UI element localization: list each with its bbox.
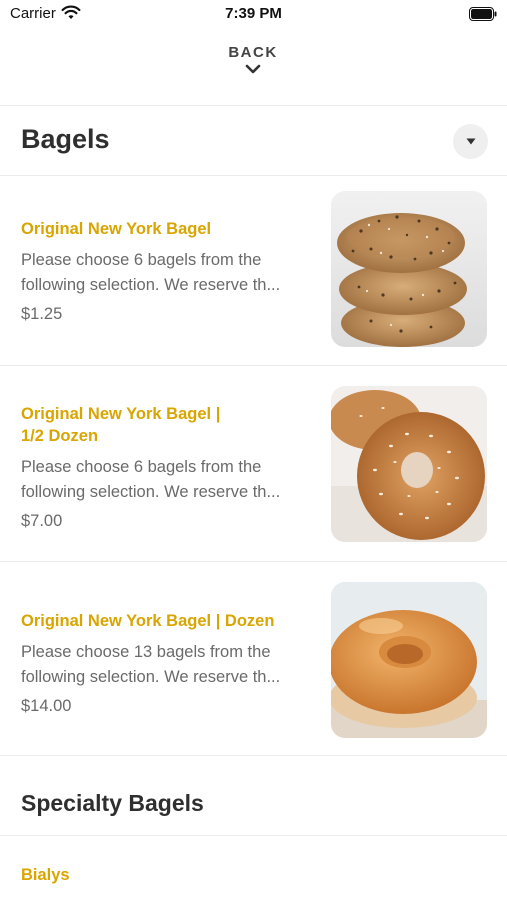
sesame-bagel-image: [331, 386, 487, 542]
item-description: Please choose 13 bagels from the followi…: [21, 640, 321, 690]
section-title: Specialty Bagels: [21, 790, 204, 816]
menu-item[interactable]: Original New York Bagel | 1/2 Dozen Plea…: [0, 366, 507, 562]
item-text: Original New York Bagel | Dozen Please c…: [21, 610, 321, 716]
item-description-line: following selection. We reserve th...: [21, 668, 281, 686]
item-image: [331, 582, 487, 738]
item-name: Original New York Bagel | 1/2 Dozen: [21, 403, 321, 447]
item-description-line: Please choose 6 bagels from the: [21, 251, 262, 269]
battery-icon: [469, 7, 497, 21]
item-description-line: following selection. We reserve th...: [21, 276, 281, 294]
item-price: $7.00: [21, 512, 63, 530]
item-name: Original New York Bagel | Dozen: [21, 610, 321, 632]
item-description-line: Please choose 6 bagels from the: [21, 458, 262, 476]
status-bar: Carrier 7:39 PM: [0, 0, 507, 30]
item-text: Original New York Bagel Please choose 6 …: [21, 218, 321, 324]
item-price: $1.25: [21, 305, 63, 323]
top-nav: BACK: [0, 30, 507, 106]
menu-item[interactable]: Original New York Bagel | Dozen Please c…: [0, 562, 507, 756]
item-name-line: Original New York Bagel | Dozen: [21, 612, 275, 630]
item-text: Original New York Bagel | 1/2 Dozen Plea…: [21, 403, 321, 531]
item-description: Please choose 6 bagels from the followin…: [21, 455, 321, 505]
item-name-line: 1/2 Dozen: [21, 427, 99, 445]
section-title: Bagels: [21, 124, 110, 154]
item-image: [331, 191, 487, 347]
item-image: [331, 386, 487, 542]
item-name-line: Original New York Bagel |: [21, 405, 221, 423]
back-button[interactable]: BACK: [203, 44, 303, 94]
item-price: $14.00: [21, 697, 72, 715]
item-description-line: Please choose 13 bagels from the: [21, 643, 271, 661]
item-name: Bialys: [21, 866, 70, 884]
item-name-line: Original New York Bagel: [21, 220, 212, 238]
item-name: Original New York Bagel: [21, 218, 321, 240]
everything-bagel-stack-image: [331, 191, 487, 347]
back-label: BACK: [228, 44, 278, 61]
item-description-line: following selection. We reserve th...: [21, 483, 281, 501]
clock: 7:39 PM: [225, 5, 282, 22]
item-description: Please choose 6 bagels from the followin…: [21, 248, 321, 298]
menu-item[interactable]: Original New York Bagel Please choose 6 …: [0, 176, 507, 366]
section-header-bagels: Bagels: [0, 106, 507, 176]
caret-down-icon: [466, 138, 475, 145]
section-dropdown-button[interactable]: [453, 124, 488, 159]
chevron-down-icon: [245, 64, 261, 74]
plain-bagel-image: [331, 582, 487, 738]
menu-item-bialys[interactable]: Bialys: [0, 836, 507, 900]
section-header-specialty-bagels: Specialty Bagels: [0, 756, 507, 836]
